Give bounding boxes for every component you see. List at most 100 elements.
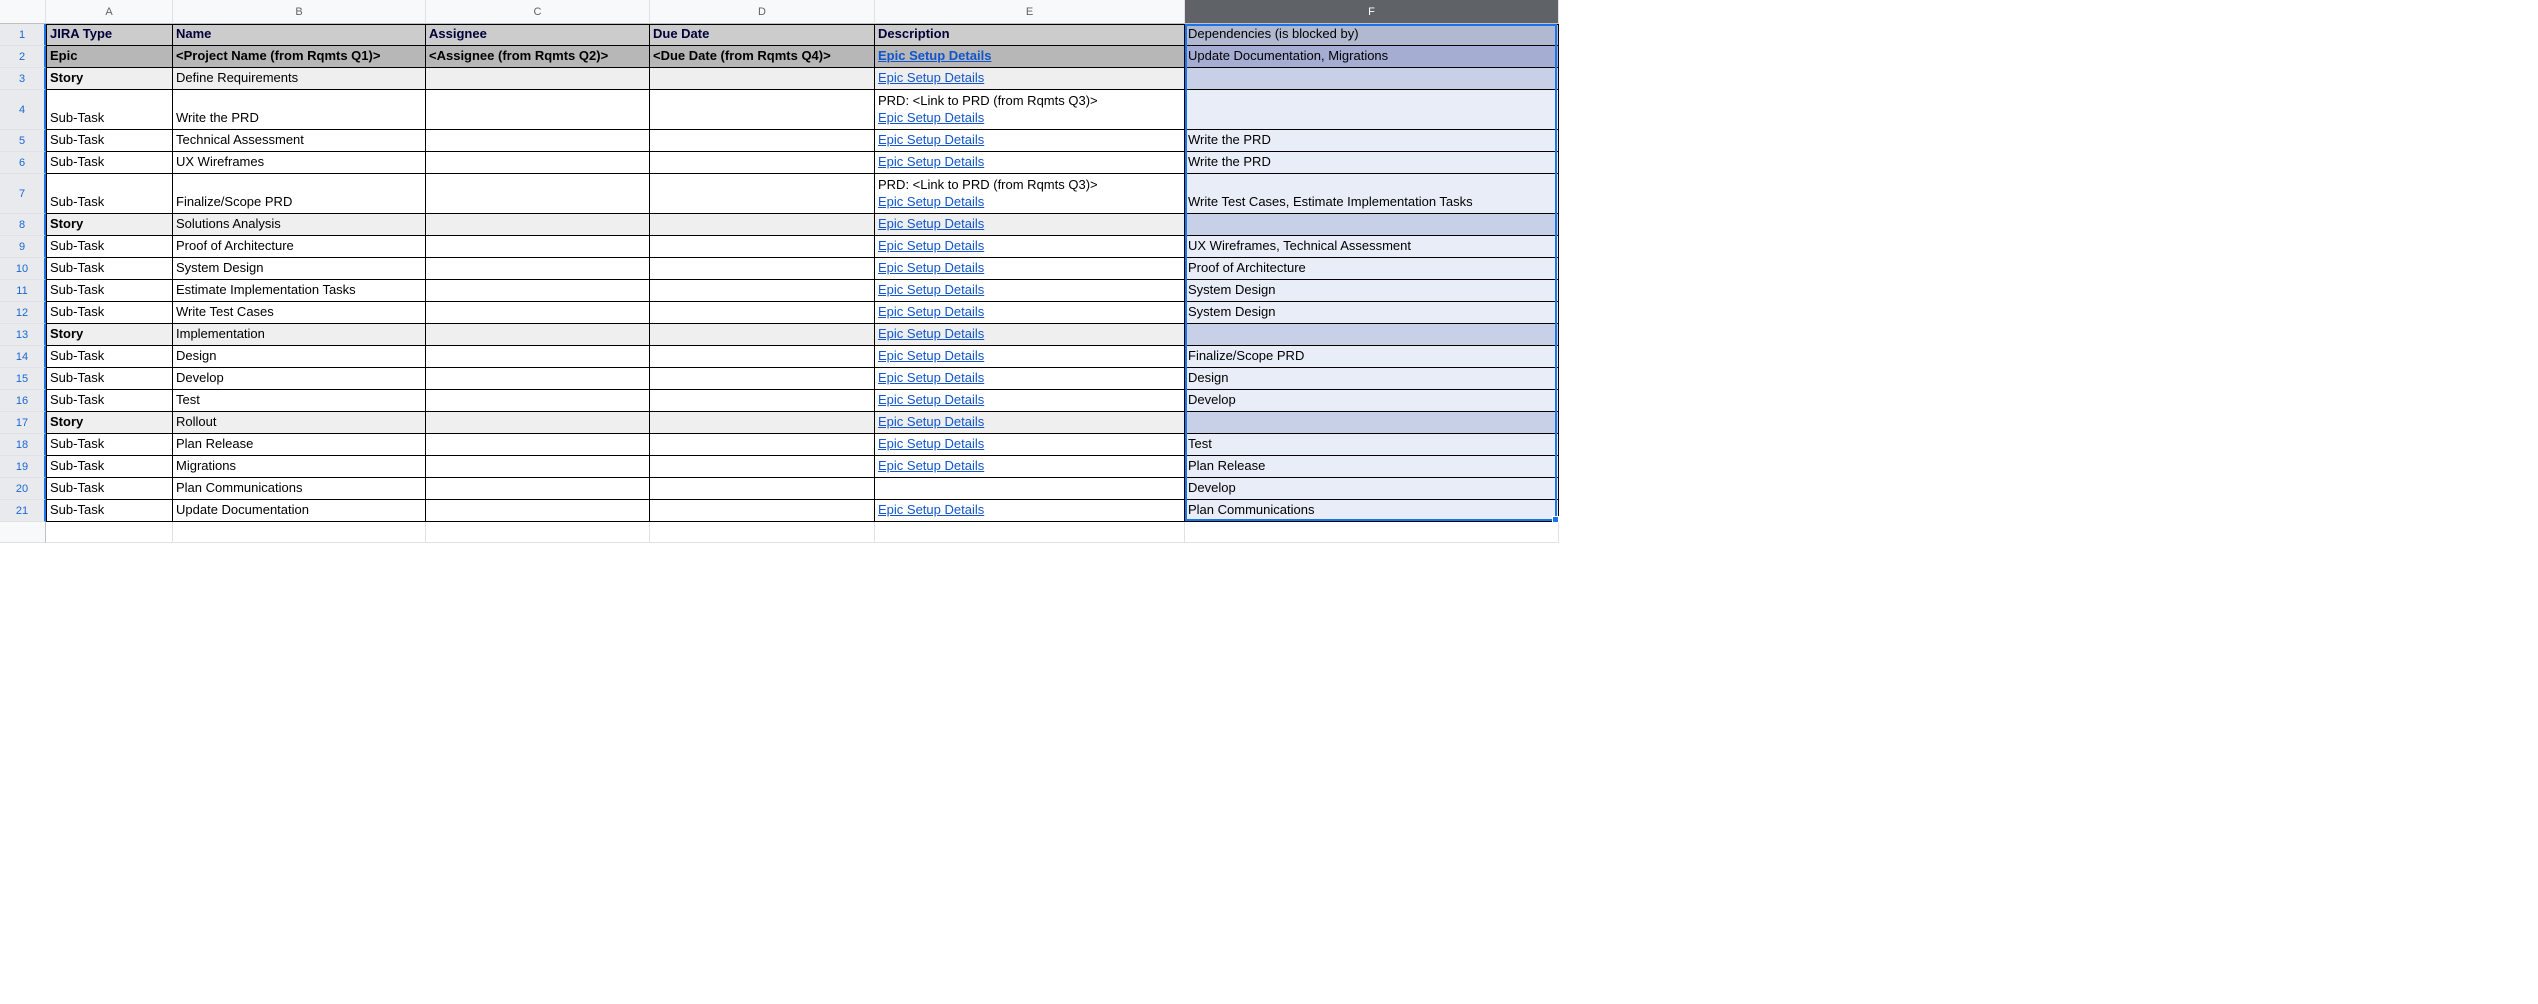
cell-f-6[interactable]: Write the PRD — [1185, 152, 1559, 174]
epic-setup-link[interactable]: Epic Setup Details — [878, 48, 1180, 65]
epic-setup-link[interactable]: Epic Setup Details — [878, 348, 1180, 365]
epic-setup-link[interactable]: Epic Setup Details — [878, 132, 1180, 149]
cell-e-17[interactable]: Epic Setup Details — [875, 412, 1185, 434]
cell-c-2[interactable]: <Assignee (from Rqmts Q2)> — [426, 46, 650, 68]
row-header[interactable]: 4 — [0, 90, 46, 130]
epic-setup-link[interactable]: Epic Setup Details — [878, 154, 1180, 171]
cell-a-6[interactable]: Sub-Task — [46, 152, 173, 174]
cell-f-4[interactable] — [1185, 90, 1559, 130]
epic-setup-link[interactable]: Epic Setup Details — [878, 216, 1180, 233]
column-header-a[interactable]: A — [46, 0, 173, 24]
cell-empty[interactable] — [1185, 522, 1559, 543]
select-all-corner[interactable] — [0, 0, 46, 24]
cell-c-15[interactable] — [426, 368, 650, 390]
cell-d-16[interactable] — [650, 390, 875, 412]
row-header[interactable]: 14 — [0, 346, 46, 368]
cell-c-12[interactable] — [426, 302, 650, 324]
epic-setup-link[interactable]: Epic Setup Details — [878, 392, 1180, 409]
cell-empty[interactable] — [875, 522, 1185, 543]
row-header[interactable]: 8 — [0, 214, 46, 236]
cell-b-20[interactable]: Plan Communications — [173, 478, 426, 500]
cell-c-20[interactable] — [426, 478, 650, 500]
row-header[interactable]: 11 — [0, 280, 46, 302]
cell-a-3[interactable]: Story — [46, 68, 173, 90]
cell-d-3[interactable] — [650, 68, 875, 90]
cell-d-8[interactable] — [650, 214, 875, 236]
column-header-f[interactable]: F — [1185, 0, 1559, 24]
cell-c-7[interactable] — [426, 174, 650, 214]
spreadsheet-grid[interactable]: ABCDEF1JIRA TypeNameAssigneeDue DateDesc… — [0, 0, 2538, 543]
cell-a-13[interactable]: Story — [46, 324, 173, 346]
epic-setup-link[interactable]: Epic Setup Details — [878, 414, 1180, 431]
cell-f-1[interactable]: Dependencies (is blocked by) — [1185, 24, 1559, 46]
cell-f-17[interactable] — [1185, 412, 1559, 434]
cell-d-12[interactable] — [650, 302, 875, 324]
cell-f-3[interactable] — [1185, 68, 1559, 90]
epic-setup-link[interactable]: Epic Setup Details — [878, 282, 1180, 299]
column-header-e[interactable]: E — [875, 0, 1185, 24]
cell-d-4[interactable] — [650, 90, 875, 130]
cell-e-5[interactable]: Epic Setup Details — [875, 130, 1185, 152]
cell-f-12[interactable]: System Design — [1185, 302, 1559, 324]
cell-d-17[interactable] — [650, 412, 875, 434]
cell-c-4[interactable] — [426, 90, 650, 130]
cell-b-15[interactable]: Develop — [173, 368, 426, 390]
cell-b-2[interactable]: <Project Name (from Rqmts Q1)> — [173, 46, 426, 68]
epic-setup-link[interactable]: Epic Setup Details — [878, 458, 1180, 475]
cell-e-19[interactable]: Epic Setup Details — [875, 456, 1185, 478]
row-header[interactable] — [0, 522, 46, 543]
cell-e-13[interactable]: Epic Setup Details — [875, 324, 1185, 346]
cell-c-1[interactable]: Assignee — [426, 24, 650, 46]
cell-b-17[interactable]: Rollout — [173, 412, 426, 434]
cell-c-19[interactable] — [426, 456, 650, 478]
row-header[interactable]: 18 — [0, 434, 46, 456]
cell-e-2[interactable]: Epic Setup Details — [875, 46, 1185, 68]
cell-f-9[interactable]: UX Wireframes, Technical Assessment — [1185, 236, 1559, 258]
epic-setup-link[interactable]: Epic Setup Details — [878, 436, 1180, 453]
cell-f-8[interactable] — [1185, 214, 1559, 236]
cell-d-14[interactable] — [650, 346, 875, 368]
cell-e-16[interactable]: Epic Setup Details — [875, 390, 1185, 412]
cell-c-14[interactable] — [426, 346, 650, 368]
cell-b-18[interactable]: Plan Release — [173, 434, 426, 456]
epic-setup-link[interactable]: Epic Setup Details — [878, 260, 1180, 277]
cell-f-2[interactable]: Update Documentation, Migrations — [1185, 46, 1559, 68]
cell-f-18[interactable]: Test — [1185, 434, 1559, 456]
cell-b-8[interactable]: Solutions Analysis — [173, 214, 426, 236]
cell-c-11[interactable] — [426, 280, 650, 302]
cell-e-21[interactable]: Epic Setup Details — [875, 500, 1185, 522]
cell-a-19[interactable]: Sub-Task — [46, 456, 173, 478]
row-header[interactable]: 1 — [0, 24, 46, 46]
row-header[interactable]: 13 — [0, 324, 46, 346]
cell-f-20[interactable]: Develop — [1185, 478, 1559, 500]
cell-d-13[interactable] — [650, 324, 875, 346]
cell-c-5[interactable] — [426, 130, 650, 152]
cell-f-5[interactable]: Write the PRD — [1185, 130, 1559, 152]
epic-setup-link[interactable]: Epic Setup Details — [878, 370, 1180, 387]
cell-d-6[interactable] — [650, 152, 875, 174]
cell-e-10[interactable]: Epic Setup Details — [875, 258, 1185, 280]
cell-e-14[interactable]: Epic Setup Details — [875, 346, 1185, 368]
epic-setup-link[interactable]: Epic Setup Details — [878, 110, 1180, 127]
cell-a-11[interactable]: Sub-Task — [46, 280, 173, 302]
cell-f-21[interactable]: Plan Communications — [1185, 500, 1559, 522]
cell-a-4[interactable]: Sub-Task — [46, 90, 173, 130]
cell-d-10[interactable] — [650, 258, 875, 280]
cell-e-9[interactable]: Epic Setup Details — [875, 236, 1185, 258]
cell-f-19[interactable]: Plan Release — [1185, 456, 1559, 478]
cell-e-4[interactable]: PRD: <Link to PRD (from Rqmts Q3)>Epic S… — [875, 90, 1185, 130]
cell-c-17[interactable] — [426, 412, 650, 434]
cell-f-13[interactable] — [1185, 324, 1559, 346]
cell-f-16[interactable]: Develop — [1185, 390, 1559, 412]
row-header[interactable]: 2 — [0, 46, 46, 68]
cell-a-7[interactable]: Sub-Task — [46, 174, 173, 214]
cell-a-20[interactable]: Sub-Task — [46, 478, 173, 500]
row-header[interactable]: 3 — [0, 68, 46, 90]
cell-c-6[interactable] — [426, 152, 650, 174]
cell-e-8[interactable]: Epic Setup Details — [875, 214, 1185, 236]
cell-f-11[interactable]: System Design — [1185, 280, 1559, 302]
cell-b-5[interactable]: Technical Assessment — [173, 130, 426, 152]
cell-empty[interactable] — [650, 522, 875, 543]
cell-d-11[interactable] — [650, 280, 875, 302]
epic-setup-link[interactable]: Epic Setup Details — [878, 70, 1180, 87]
